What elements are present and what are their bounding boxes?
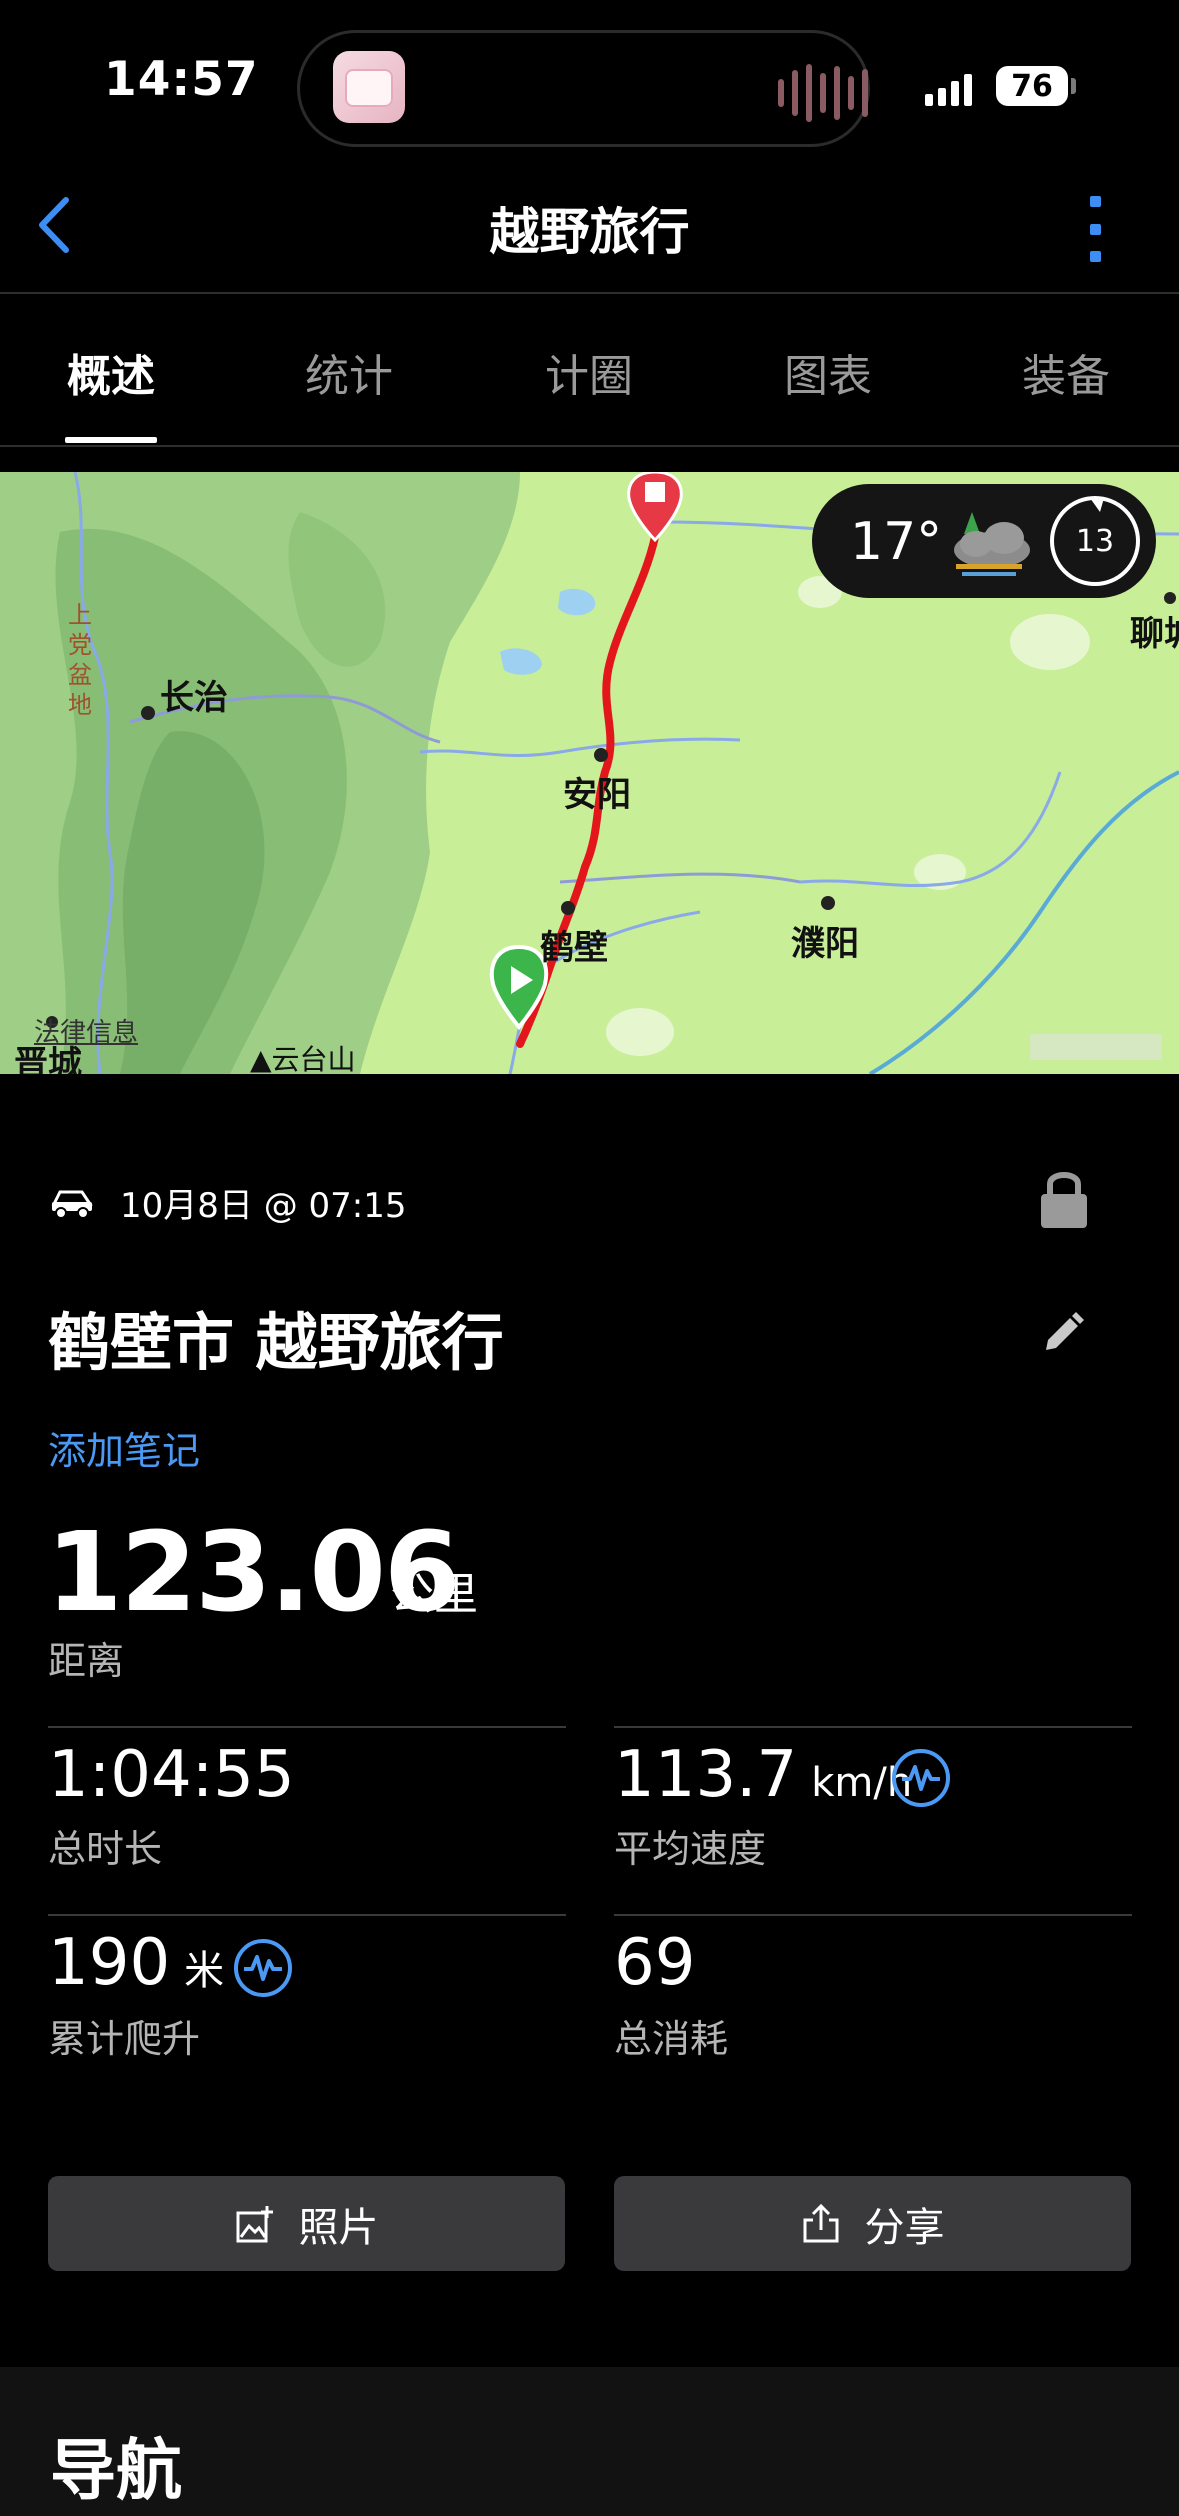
add-photo-label: 照片 — [298, 2204, 379, 2251]
map-label-changzhi: 长治 — [160, 678, 228, 718]
battery-cap — [1071, 78, 1076, 94]
duration-label: 总时长 — [48, 1827, 163, 1871]
cellular-signal-icon — [925, 66, 972, 106]
calories-label: 总消耗 — [614, 2017, 729, 2061]
add-photo-button[interactable]: 照片 — [48, 2176, 565, 2271]
map-label-puyang: 濮阳 — [791, 924, 859, 964]
avg-speed-label: 平均速度 — [614, 1827, 767, 1871]
stat-divider — [48, 1726, 566, 1728]
activity-pulse-icon[interactable] — [234, 1939, 292, 1997]
legal-info-link[interactable]: 法律信息 — [34, 1012, 138, 1049]
battery-indicator: 76 — [996, 66, 1068, 106]
weather-widget[interactable]: 17° 13 — [812, 484, 1156, 598]
stat-divider — [614, 1914, 1132, 1916]
lock-icon[interactable] — [1038, 1166, 1090, 1230]
add-note-link[interactable]: 添加笔记 — [48, 1420, 200, 1475]
weather-temperature: 17° — [850, 512, 943, 572]
share-button[interactable]: 分享 — [614, 2176, 1131, 2271]
tab-overview[interactable]: 概述 — [11, 340, 211, 404]
tab-laps[interactable]: 计圈 — [489, 340, 689, 404]
elevation-value: 190 — [48, 1926, 171, 2000]
calories-value: 69 — [614, 1926, 696, 2000]
stat-divider — [48, 1914, 566, 1916]
avg-speed-stat: 113.7 km/h — [614, 1738, 912, 1812]
offroad-vehicle-icon — [50, 1182, 94, 1222]
distance-label: 距离 — [48, 1639, 125, 1683]
elevation-label: 累计爬升 — [48, 2017, 201, 2061]
activity-title: 鹤壁市 越野旅行 — [48, 1306, 504, 1379]
tab-gear[interactable]: 装备 — [966, 340, 1166, 404]
map-label-liaocheng: 聊城 — [1130, 614, 1179, 654]
elevation-stat: 190 米 — [48, 1926, 224, 2000]
start-pin-icon — [489, 944, 549, 1031]
now-playing-artwork — [333, 51, 405, 123]
header-divider — [0, 292, 1179, 294]
duration-value: 1:04:55 — [48, 1738, 295, 1812]
dynamic-island[interactable] — [297, 30, 870, 147]
map-label-yuntaishan: ▲云台山 — [250, 1043, 356, 1074]
cloudy-weather-icon — [942, 504, 1037, 582]
audio-waveform-icon — [778, 63, 868, 123]
dial-wedge-icon — [1090, 498, 1104, 512]
activity-pulse-icon[interactable] — [892, 1749, 950, 1807]
elevation-unit: 米 — [184, 1948, 225, 1994]
tab-charts[interactable]: 图表 — [728, 340, 928, 404]
edit-pencil-icon[interactable] — [1040, 1308, 1086, 1354]
avg-speed-value: 113.7 — [614, 1738, 798, 1812]
active-tab-indicator — [65, 437, 157, 443]
tab-statistics[interactable]: 统计 — [249, 340, 449, 404]
add-photo-icon — [236, 2205, 273, 2242]
map-label-hebi: 鹤壁 — [540, 928, 608, 968]
stat-divider — [614, 1726, 1132, 1728]
share-label: 分享 — [864, 2204, 945, 2251]
map-label-anyang: 安阳 — [563, 775, 631, 815]
share-icon — [803, 2203, 838, 2242]
distance-unit: 公里 — [390, 1569, 478, 1620]
page-title: 越野旅行 — [489, 203, 690, 261]
finish-pin-icon — [627, 472, 683, 543]
map-label-shangdang: 上党盆地 — [68, 601, 92, 719]
navigation-section-title: 导航 — [50, 2432, 182, 2509]
tabs-divider — [0, 445, 1179, 447]
status-time: 14:57 — [104, 52, 259, 107]
more-options-button[interactable] — [1080, 196, 1110, 262]
activity-datetime: 10月8日 @ 07:15 — [120, 1186, 407, 1226]
